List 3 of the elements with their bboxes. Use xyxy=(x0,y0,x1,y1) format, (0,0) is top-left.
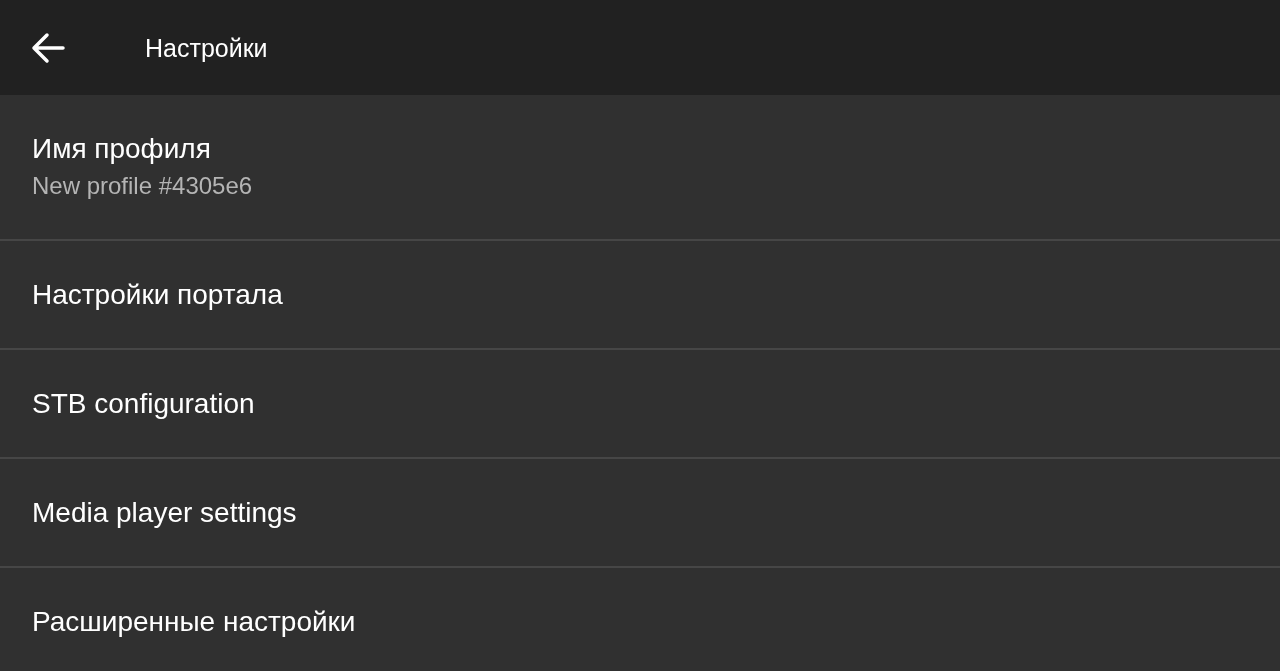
back-arrow-icon xyxy=(31,31,65,64)
app-bar-title: Настройки xyxy=(145,32,268,63)
back-button[interactable] xyxy=(30,30,66,65)
